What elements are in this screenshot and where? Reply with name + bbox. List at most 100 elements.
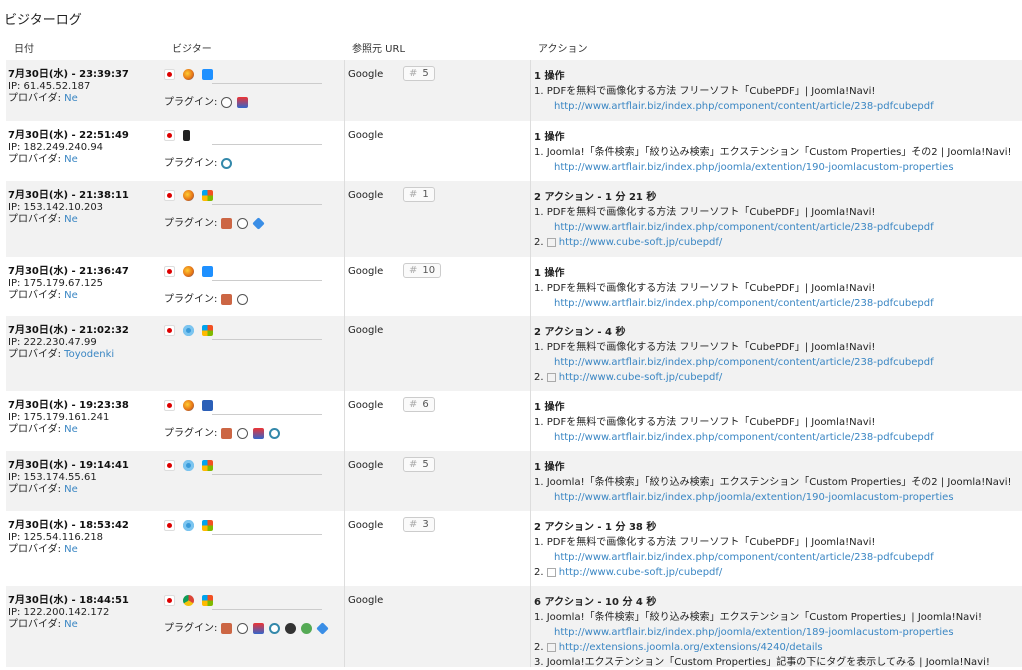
- visit-datetime: 7月30日(水) - 21:36:47: [8, 266, 129, 277]
- provider-link[interactable]: Ne: [64, 214, 78, 225]
- provider-link[interactable]: Ne: [64, 93, 78, 104]
- plugins-label: プラグイン:: [164, 218, 218, 229]
- provider-label: プロバイダ:: [8, 424, 61, 435]
- japan-flag-icon: [164, 595, 175, 606]
- action-cell: 1 操作 1. Joomla!「条件検索」「絞り込み検索」エクステンション「Cus…: [534, 130, 1022, 175]
- divider: [212, 83, 322, 84]
- visitor-ip: IP: 175.179.161.241: [8, 412, 110, 423]
- external-link[interactable]: http://www.cube-soft.jp/cubepdf/: [559, 237, 723, 248]
- external-link[interactable]: http://www.cube-soft.jp/cubepdf/: [559, 372, 723, 383]
- action-page-title: PDFを無料で画像化する方法 フリーソフト「CubePDF」| Joomla!N…: [546, 283, 876, 294]
- hash-icon: #: [409, 459, 418, 470]
- action-item: 1. PDFを無料で画像化する方法 フリーソフト「CubePDF」| Jooml…: [534, 281, 1022, 311]
- page-title: ビジターログ: [4, 13, 82, 28]
- action-item: 1. Joomla!「条件検索」「絞り込み検索」エクステンション「Custom …: [534, 475, 1022, 505]
- plugins-label: プラグイン:: [164, 623, 218, 634]
- table-row: 7月30日(水) - 19:14:41 IP: 153.174.55.61 プロバイ…: [6, 451, 1022, 511]
- provider-label: プロバイダ:: [8, 154, 61, 165]
- quicktime-icon: [236, 293, 248, 305]
- provider-link[interactable]: Ne: [64, 290, 78, 301]
- plugin-list: プラグイン:: [164, 214, 269, 230]
- action-page-url[interactable]: http://www.artflair.biz/index.php/joomla…: [534, 160, 1022, 175]
- japan-flag-icon: [164, 460, 175, 471]
- windows-icon: [202, 69, 213, 80]
- action-page-url[interactable]: http://www.artflair.biz/index.php/compon…: [534, 430, 1022, 445]
- external-link-icon: [546, 237, 556, 247]
- table-row: 7月30日(水) - 21:36:47 IP: 175.179.67.125 プロバ…: [6, 257, 1022, 316]
- visitor-info: プラグイン:: [164, 69, 322, 108]
- action-page-url[interactable]: http://www.artflair.biz/index.php/compon…: [534, 355, 1022, 370]
- hash-icon: #: [409, 189, 418, 200]
- action-summary: 1 操作: [534, 462, 565, 473]
- action-page-title: PDFを無料で画像化する方法 フリーソフト「CubePDF」| Joomla!N…: [546, 86, 876, 97]
- windows-xp-icon: [202, 325, 213, 336]
- search-rank-badge: #1: [403, 187, 435, 202]
- plugins-label: プラグイン:: [164, 97, 218, 108]
- visitor-ip: IP: 182.249.240.94: [8, 142, 104, 153]
- action-item: 1. PDFを無料で画像化する方法 フリーソフト「CubePDF」| Jooml…: [534, 84, 1022, 114]
- visitor-ip: IP: 222.230.47.99: [8, 337, 97, 348]
- visit-datetime: 7月30日(水) - 23:39:37: [8, 69, 129, 80]
- search-rank-badge: #5: [403, 66, 435, 81]
- visit-datetime: 7月30日(水) - 19:14:41: [8, 460, 129, 471]
- action-item: 1. PDFを無料で画像化する方法 フリーソフト「CubePDF」| Jooml…: [534, 415, 1022, 445]
- table-row: 7月30日(水) - 19:23:38 IP: 175.179.161.241 プロ…: [6, 391, 1022, 451]
- referrer-name: Google: [348, 400, 384, 411]
- action-item: 1. Joomla!「条件検索」「絞り込み検索」エクステンション「Custom …: [534, 610, 1022, 640]
- provider-link[interactable]: Ne: [64, 619, 78, 630]
- search-rank-badge: #10: [403, 263, 442, 278]
- provider-label: プロバイダ:: [8, 214, 61, 225]
- visitor-ip: IP: 125.54.116.218: [8, 532, 104, 543]
- visit-info: 7月30日(水) - 23:39:37 IP: 61.45.52.187 プロバイダ…: [8, 69, 129, 105]
- windows-xp-icon: [202, 520, 213, 531]
- action-number: 2.: [534, 237, 544, 248]
- column-header-referrer: 参照元 URL: [352, 44, 406, 55]
- action-number: 1.: [534, 612, 544, 623]
- visitor-info: プラグイン:: [164, 595, 329, 635]
- visit-datetime: 7月30日(水) - 18:44:51: [8, 595, 129, 606]
- provider-link[interactable]: Ne: [64, 154, 78, 165]
- visit-datetime: 7月30日(水) - 18:53:42: [8, 520, 129, 531]
- search-rank-badge: #6: [403, 397, 435, 412]
- action-page-url[interactable]: http://www.artflair.biz/index.php/joomla…: [534, 490, 1022, 505]
- action-page-url[interactable]: http://www.artflair.biz/index.php/compon…: [534, 550, 1022, 565]
- search-rank: 5: [422, 459, 429, 470]
- action-page-url[interactable]: http://www.artflair.biz/index.php/compon…: [534, 296, 1022, 311]
- external-link[interactable]: http://extensions.joomla.org/extensions/…: [559, 642, 823, 653]
- action-page-url[interactable]: http://www.artflair.biz/index.php/joomla…: [534, 625, 1022, 640]
- divider: [212, 534, 322, 535]
- action-page-url[interactable]: http://www.artflair.biz/index.php/compon…: [534, 220, 1022, 235]
- referrer-name: Google: [348, 130, 384, 141]
- provider-link[interactable]: Toyodenki: [64, 349, 114, 360]
- hash-icon: #: [409, 265, 418, 276]
- hash-icon: #: [409, 519, 418, 530]
- action-summary: 2 アクション - 1 分 38 秒: [534, 522, 657, 533]
- divider: [212, 144, 322, 145]
- firefox-icon: [183, 266, 194, 277]
- external-link[interactable]: http://www.cube-soft.jp/cubepdf/: [559, 567, 723, 578]
- action-summary: 6 アクション - 10 分 4 秒: [534, 597, 657, 608]
- quicktime-icon: [236, 217, 248, 229]
- provider-label: プロバイダ:: [8, 619, 61, 630]
- provider-link[interactable]: Ne: [64, 544, 78, 555]
- action-page-title: PDFを無料で画像化する方法 フリーソフト「CubePDF」| Joomla!N…: [546, 537, 876, 548]
- silverlight-icon: [315, 621, 329, 635]
- action-summary: 1 操作: [534, 402, 565, 413]
- visitor-ip: IP: 175.179.67.125: [8, 278, 104, 289]
- java-icon: [236, 96, 248, 108]
- provider-label: プロバイダ:: [8, 484, 61, 495]
- action-item: 1. PDFを無料で画像化する方法 フリーソフト「CubePDF」| Jooml…: [534, 340, 1022, 370]
- japan-flag-icon: [164, 400, 175, 411]
- table-row: 7月30日(水) - 22:51:49 IP: 182.249.240.94 プロバ…: [6, 121, 1022, 181]
- quicktime-icon: [236, 427, 248, 439]
- action-number: 1.: [534, 147, 544, 158]
- japan-flag-icon: [164, 69, 175, 80]
- referrer-name: Google: [348, 520, 384, 531]
- provider-link[interactable]: Ne: [64, 424, 78, 435]
- column-header-date: 日付: [14, 44, 34, 55]
- provider-link[interactable]: Ne: [64, 484, 78, 495]
- referrer-cell: Google #10: [348, 263, 442, 278]
- action-page-url[interactable]: http://www.artflair.biz/index.php/compon…: [534, 99, 1022, 114]
- action-summary: 2 アクション - 4 秒: [534, 327, 626, 338]
- plugin-list: プラグイン:: [164, 424, 285, 439]
